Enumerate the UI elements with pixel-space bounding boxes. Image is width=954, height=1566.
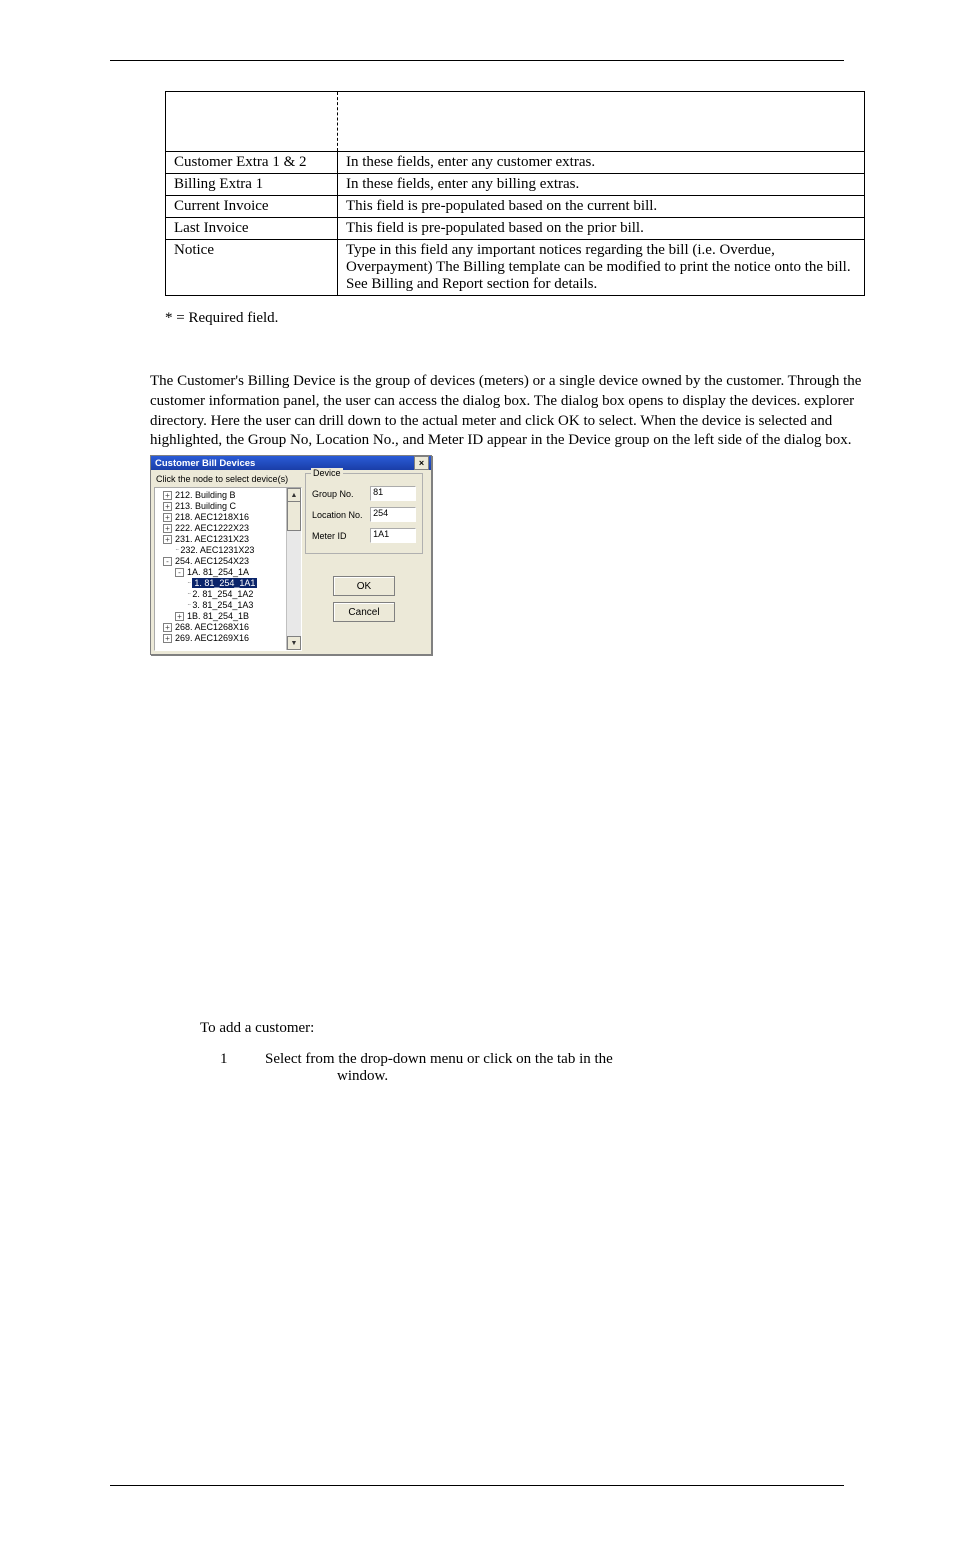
scrollbar[interactable]: ▲ ▼ xyxy=(286,488,301,650)
bottom-rule xyxy=(110,1485,844,1486)
customer-bill-devices-dialog: Customer Bill Devices × Click the node t… xyxy=(150,455,432,655)
tree-view[interactable]: +212. Building B+213. Building C+218. AE… xyxy=(154,487,302,651)
fields-table: Customer Extra 1 & 2 In these fields, en… xyxy=(165,91,865,296)
tree-label: 222. AEC1222X23 xyxy=(175,523,249,535)
dialog-title: Customer Bill Devices xyxy=(155,458,255,469)
tree-label: 269. AEC1269X16 xyxy=(175,633,249,645)
table-row: Customer Extra 1 & 2 In these fields, en… xyxy=(166,152,865,174)
table-row: Current Invoice This field is pre-popula… xyxy=(166,196,865,218)
tree-connector: ·· xyxy=(187,578,190,588)
body-paragraph: The Customer's Billing Device is the gro… xyxy=(150,372,870,451)
scroll-up-icon[interactable]: ▲ xyxy=(287,488,301,502)
tree-node[interactable]: ··232. AEC1231X23 xyxy=(159,545,301,556)
group-label: Group No. xyxy=(312,489,367,499)
field-name: Notice xyxy=(166,240,338,296)
table-row: Billing Extra 1 In these fields, enter a… xyxy=(166,174,865,196)
expand-icon[interactable]: - xyxy=(175,568,184,577)
tree-connector: ·· xyxy=(175,545,178,555)
tree-node[interactable]: -254. AEC1254X23 xyxy=(159,556,301,567)
top-rule xyxy=(110,60,844,61)
expand-icon[interactable]: + xyxy=(163,535,172,544)
location-label: Location No. xyxy=(312,510,367,520)
tree-label: 2. 81_254_1A2 xyxy=(192,589,253,601)
field-desc: In these fields, enter any customer extr… xyxy=(338,152,865,174)
expand-icon[interactable]: + xyxy=(163,623,172,632)
expand-icon[interactable]: + xyxy=(163,502,172,511)
tree-node[interactable]: +268. AEC1268X16 xyxy=(159,622,301,633)
step-number: 1 xyxy=(220,1051,265,1085)
tree-label: 212. Building B xyxy=(175,490,236,502)
tree-label: 232. AEC1231X23 xyxy=(180,545,254,557)
close-icon[interactable]: × xyxy=(414,456,429,470)
table-row: Last Invoice This field is pre-populated… xyxy=(166,218,865,240)
expand-icon[interactable]: + xyxy=(163,524,172,533)
tree-node[interactable]: ··3. 81_254_1A3 xyxy=(159,600,301,611)
tree-label: 218. AEC1218X16 xyxy=(175,512,249,524)
field-desc: Type in this field any important notices… xyxy=(338,240,865,296)
ok-button[interactable]: OK xyxy=(333,576,395,596)
tree-node[interactable]: +231. AEC1231X23 xyxy=(159,534,301,545)
field-name: Current Invoice xyxy=(166,196,338,218)
meter-input[interactable]: 1A1 xyxy=(370,528,416,543)
tree-node[interactable]: +222. AEC1222X23 xyxy=(159,523,301,534)
tree-node[interactable]: ··1. 81_254_1A1 xyxy=(159,578,301,589)
table-row: Notice Type in this field any important … xyxy=(166,240,865,296)
tree-label: 254. AEC1254X23 xyxy=(175,556,249,568)
footnote: * = Required field. xyxy=(165,310,844,327)
add-customer-heading: To add a customer: xyxy=(200,1020,844,1037)
expand-icon[interactable]: + xyxy=(163,491,172,500)
cancel-button[interactable]: Cancel xyxy=(333,602,395,622)
tree-label: 268. AEC1268X16 xyxy=(175,622,249,634)
tree-node[interactable]: ··2. 81_254_1A2 xyxy=(159,589,301,600)
field-desc: In these fields, enter any billing extra… xyxy=(338,174,865,196)
tree-label: 213. Building C xyxy=(175,501,236,513)
tree-label: 1. 81_254_1A1 xyxy=(192,578,257,590)
field-desc: This field is pre-populated based on the… xyxy=(338,218,865,240)
tree-label: 3. 81_254_1A3 xyxy=(192,600,253,612)
fieldset-legend: Device xyxy=(311,468,343,478)
field-name: Billing Extra 1 xyxy=(166,174,338,196)
tree-node[interactable]: +269. AEC1269X16 xyxy=(159,633,301,644)
expand-icon[interactable]: + xyxy=(175,612,184,621)
location-input[interactable]: 254 xyxy=(370,507,416,522)
tree-connector: ·· xyxy=(187,589,190,599)
expand-icon[interactable]: - xyxy=(163,557,172,566)
tree-label: 1B. 81_254_1B xyxy=(187,611,249,623)
tree-node[interactable]: -1A. 81_254_1A xyxy=(159,567,301,578)
dialog-titlebar: Customer Bill Devices × xyxy=(151,456,431,470)
field-name: Customer Extra 1 & 2 xyxy=(166,152,338,174)
tree-node[interactable]: +1B. 81_254_1B xyxy=(159,611,301,622)
meter-label: Meter ID xyxy=(312,531,367,541)
tree-label: 1A. 81_254_1A xyxy=(187,567,249,579)
group-input[interactable]: 81 xyxy=(370,486,416,501)
tree-node[interactable]: +213. Building C xyxy=(159,501,301,512)
field-desc: This field is pre-populated based on the… xyxy=(338,196,865,218)
scroll-thumb[interactable] xyxy=(287,501,301,531)
tree-node[interactable]: +218. AEC1218X16 xyxy=(159,512,301,523)
step-1: 1 Select from the drop-down menu or clic… xyxy=(220,1051,844,1085)
expand-icon[interactable]: + xyxy=(163,513,172,522)
dialog-instruction: Click the node to select device(s) xyxy=(156,474,302,484)
step-text: Select from the drop-down menu or click … xyxy=(265,1051,844,1085)
field-name: Last Invoice xyxy=(166,218,338,240)
scroll-down-icon[interactable]: ▼ xyxy=(287,636,301,650)
tree-connector: ·· xyxy=(187,600,190,610)
expand-icon[interactable]: + xyxy=(163,634,172,643)
tree-label: 231. AEC1231X23 xyxy=(175,534,249,546)
device-fieldset: Device Group No. 81 Location No. 254 Met… xyxy=(305,473,423,554)
tree-node[interactable]: +212. Building B xyxy=(159,490,301,501)
